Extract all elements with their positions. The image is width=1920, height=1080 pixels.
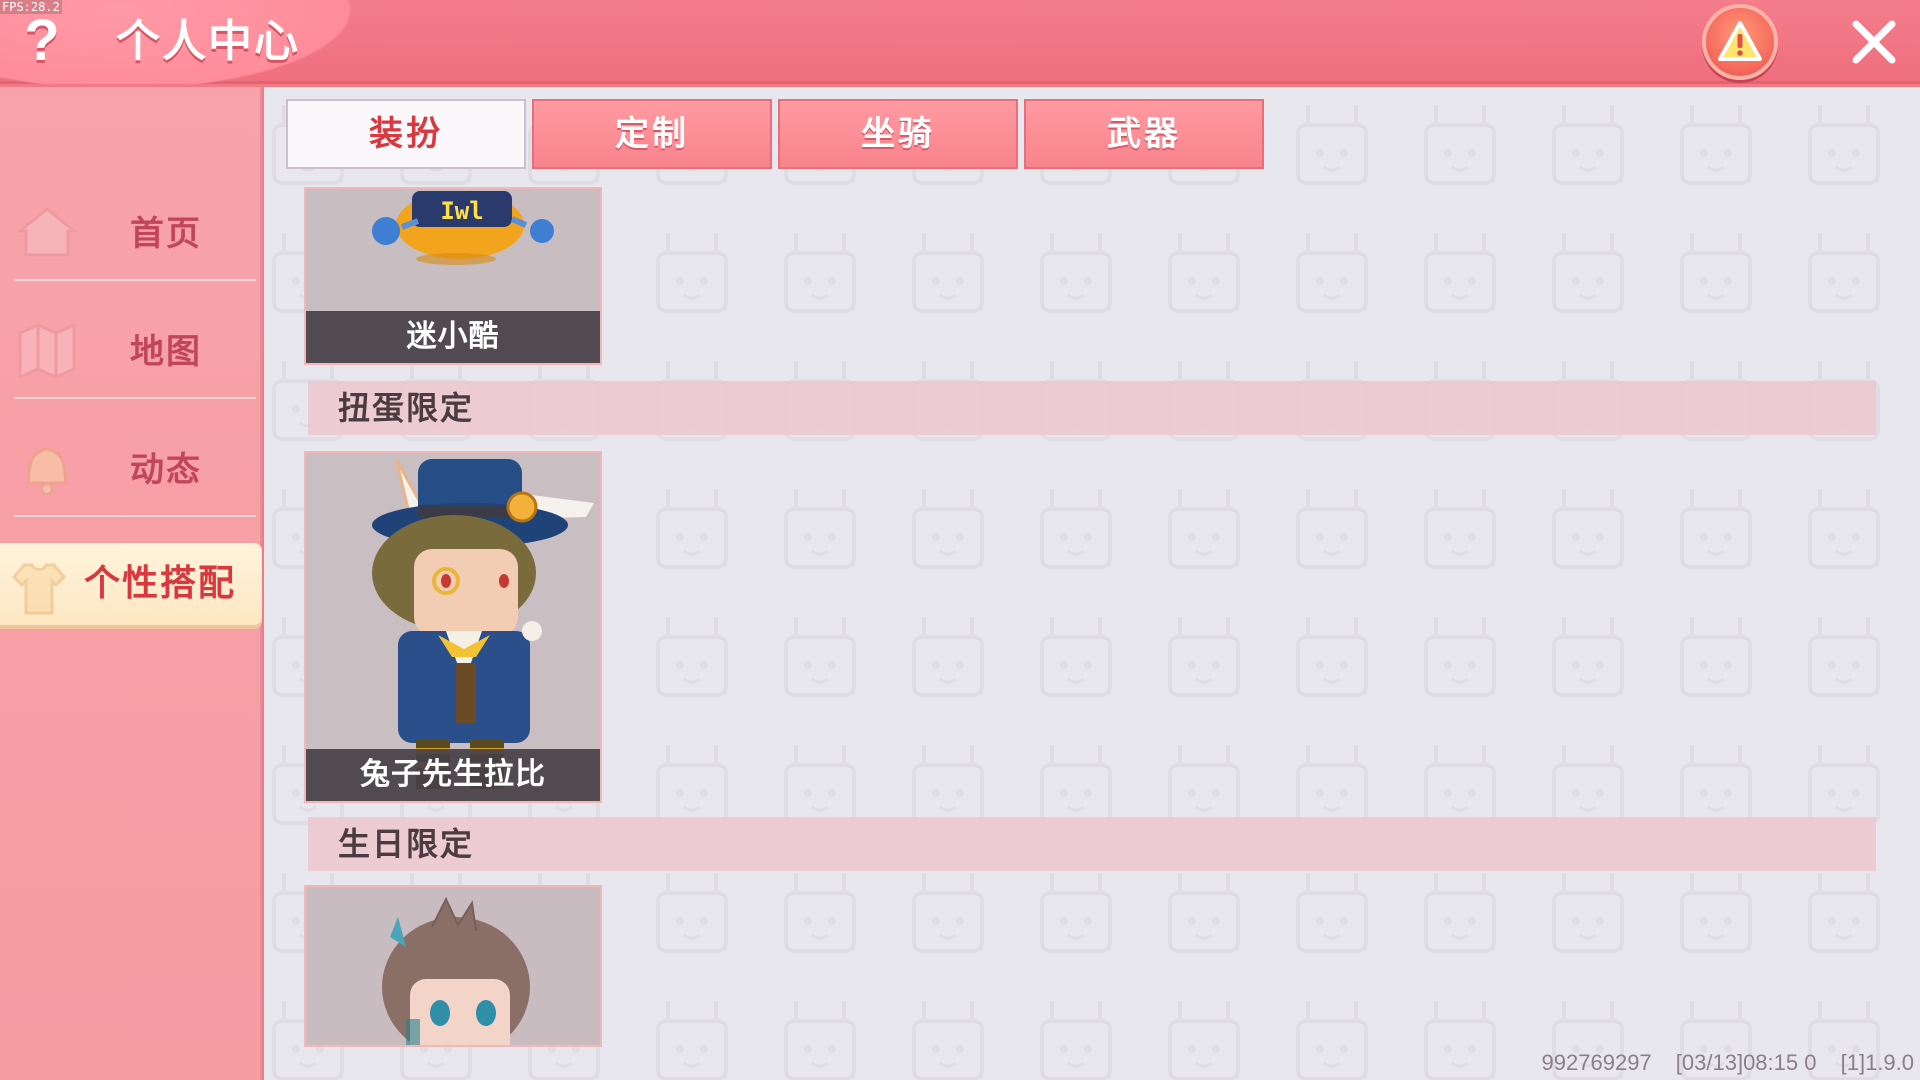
tab-outfit[interactable]: 装扮 bbox=[286, 99, 526, 169]
main-panel: 装扮 定制 坐骑 武器 Iwl 迷小酷 扭蛋限定 兔子先生拉比 生日限定 992… bbox=[264, 87, 1920, 1080]
home-icon bbox=[15, 207, 79, 257]
tab-weapon[interactable]: 武器 bbox=[1024, 99, 1264, 169]
svg-text:Iwl: Iwl bbox=[440, 197, 483, 225]
outfit-card[interactable]: 兔子先生拉比 bbox=[304, 451, 602, 803]
warning-icon bbox=[1718, 21, 1762, 61]
divider bbox=[14, 515, 256, 517]
header-bar: ? 个人中心 bbox=[0, 0, 1920, 84]
divider bbox=[14, 279, 256, 281]
sidebar-item-label: 首页 bbox=[130, 214, 202, 254]
card-label: 兔子先生拉比 bbox=[306, 749, 600, 801]
sidebar-item-label: 个性搭配 bbox=[83, 563, 236, 604]
outfit-card[interactable] bbox=[304, 885, 602, 1047]
section-title: 生日限定 bbox=[338, 825, 475, 863]
sidebar-item-outfit[interactable]: 个性搭配 bbox=[0, 543, 262, 625]
card-label: 迷小酷 bbox=[306, 311, 600, 363]
sidebar-item-label: 地图 bbox=[130, 332, 202, 372]
sidebar-item-home[interactable]: 首页 bbox=[0, 177, 262, 281]
close-button[interactable] bbox=[1846, 14, 1902, 70]
sidebar-item-map[interactable]: 地图 bbox=[0, 295, 262, 399]
map-icon bbox=[18, 322, 76, 380]
outfit-card[interactable]: Iwl 迷小酷 bbox=[304, 187, 602, 365]
close-icon bbox=[1852, 20, 1896, 64]
shirt-icon bbox=[11, 563, 67, 615]
tab-custom[interactable]: 定制 bbox=[532, 99, 772, 169]
sidebar-item-feed[interactable]: 动态 bbox=[0, 413, 262, 517]
divider bbox=[14, 397, 256, 399]
timestamp: [03/13]08:15 0 bbox=[1675, 1050, 1817, 1075]
warning-button[interactable] bbox=[1702, 4, 1778, 80]
bell-icon bbox=[26, 447, 68, 495]
user-id: 992769297 bbox=[1541, 1050, 1652, 1075]
section-title: 扭蛋限定 bbox=[338, 389, 475, 427]
birthday-character bbox=[306, 887, 600, 1045]
section-header: 生日限定 bbox=[308, 817, 1876, 871]
version: [1]1.9.0 bbox=[1840, 1050, 1914, 1075]
page-title: 个人中心 bbox=[116, 16, 300, 67]
tab-mount[interactable]: 坐骑 bbox=[778, 99, 1018, 169]
footer-info: 992769297 [03/13]08:15 0 [1]1.9.0 bbox=[1524, 1048, 1914, 1078]
sidebar-item-label: 动态 bbox=[130, 450, 202, 490]
section-header: 扭蛋限定 bbox=[308, 381, 1876, 435]
sidebar: 首页 地图 动态 个性搭配 bbox=[0, 87, 262, 1080]
fps-counter: FPS:28.2 bbox=[0, 0, 62, 14]
help-icon[interactable]: ? bbox=[14, 8, 70, 74]
